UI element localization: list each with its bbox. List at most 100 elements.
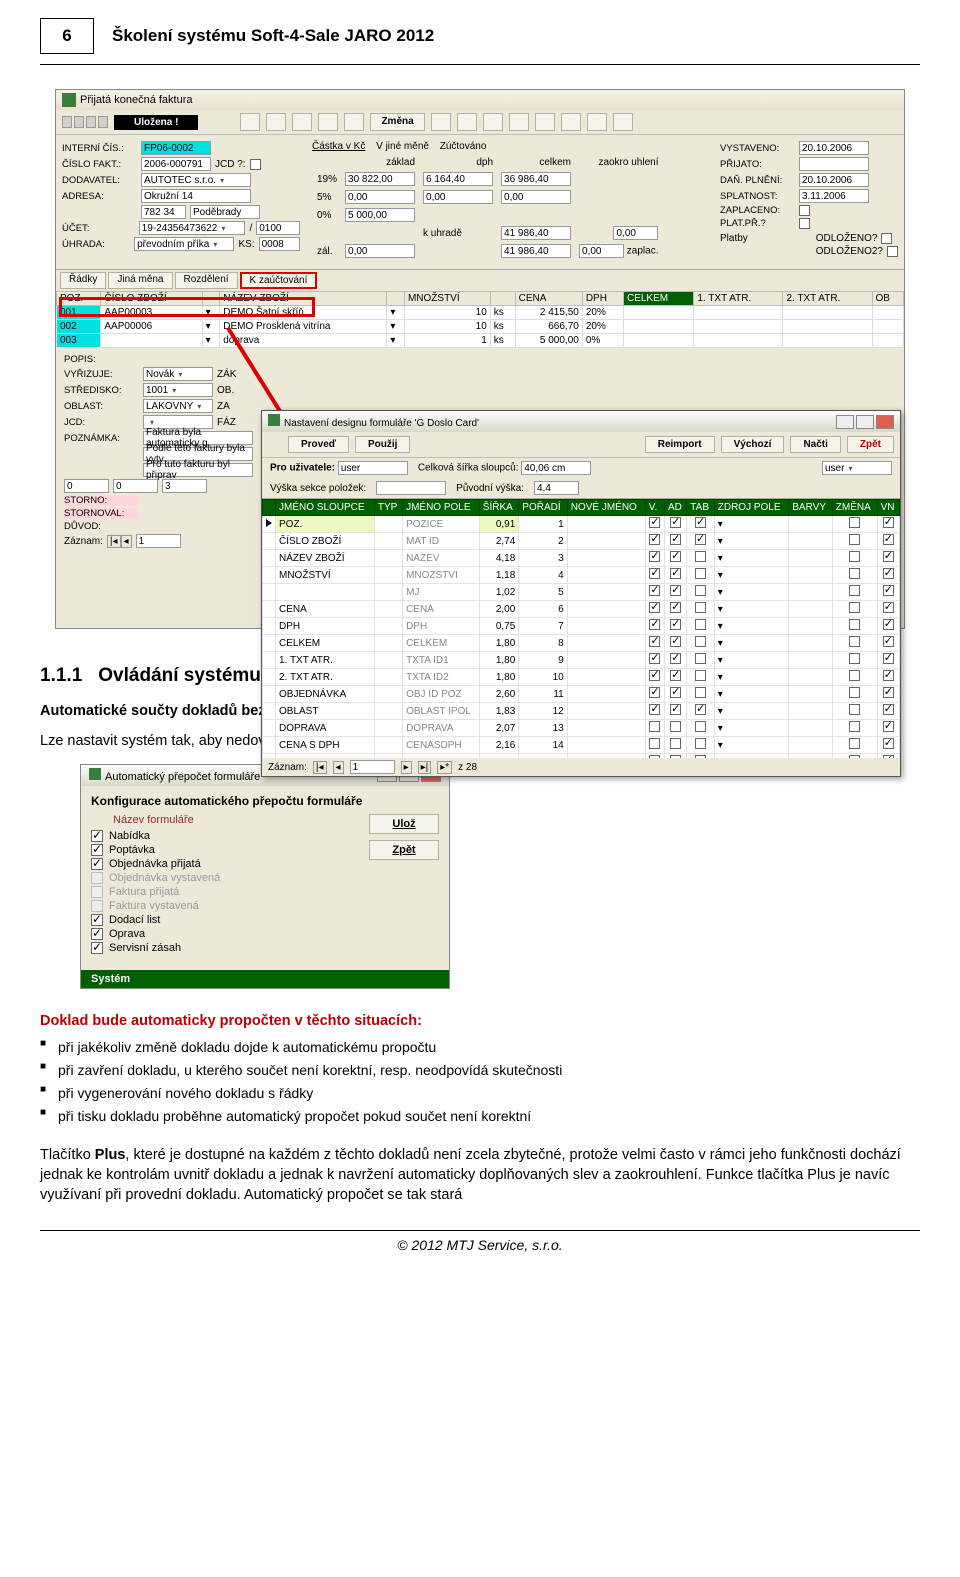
nav-last-icon[interactable]: ▸| [418, 761, 432, 774]
nav-pos-field[interactable]: 1 [350, 760, 395, 774]
designer-row[interactable]: 1. TXT ATR.TXTA ID11,809▾ [263, 652, 900, 669]
checkbox-icon[interactable] [91, 928, 103, 940]
designer-row[interactable]: ČÍSLO ZBOŽÍMAT ID2,742▾ [263, 533, 900, 550]
line-row[interactable]: 003▾doprava▾1ks5 000,000% [57, 334, 904, 348]
nav-first-icon[interactable]: |◂ [313, 761, 327, 774]
pouzij-button[interactable]: Použij [355, 436, 410, 453]
sum-cell[interactable]: 5 000,00 [345, 208, 415, 222]
toolbar-icon[interactable] [613, 113, 633, 131]
sum-cell[interactable]: 0,00 [501, 190, 571, 204]
jcd-checkbox[interactable] [250, 159, 261, 170]
record-nav[interactable] [62, 116, 108, 128]
platby-button[interactable]: Platby [720, 233, 748, 244]
field[interactable]: 3 [162, 479, 207, 493]
field[interactable]: 1 [136, 534, 181, 548]
checkbox-icon[interactable] [91, 942, 103, 954]
psc-field[interactable]: 782 34 [141, 205, 186, 219]
sum-cell[interactable]: 30 822,00 [345, 172, 415, 186]
uhrada-field[interactable]: převodním příka [134, 237, 234, 251]
designer-row[interactable]: OBJEDNÁVKAOBJ ID POZ2,6011▾ [263, 686, 900, 703]
sum-cell[interactable]: 0,00 [345, 190, 415, 204]
designer-row[interactable]: CENACENA2,006▾ [263, 601, 900, 618]
toolbar-icon[interactable] [457, 113, 477, 131]
designer-row[interactable]: OBLASTOBLAST IPOL1,8312▾ [263, 703, 900, 720]
toolbar-icon[interactable] [587, 113, 607, 131]
form-option[interactable]: Dodací list [91, 914, 357, 926]
vychozi-button[interactable]: Výchozí [721, 436, 785, 453]
chk[interactable] [799, 218, 810, 229]
field[interactable]: 3.11.2006 [799, 189, 869, 203]
field[interactable]: Novák [143, 367, 213, 381]
toolbar-icon[interactable] [561, 113, 581, 131]
field[interactable] [799, 157, 869, 171]
checkbox-icon[interactable] [91, 858, 103, 870]
designer-row[interactable]: CENA S DPHCENASDPH2,1614▾ [263, 737, 900, 754]
toolbar-icon[interactable] [344, 113, 364, 131]
form-option[interactable]: Servisní zásah [91, 942, 357, 954]
form-option[interactable]: Nabídka [91, 830, 357, 842]
line-row[interactable]: 001AAP00003▾DEMO Šatní skříň▾10ks2 415,5… [57, 306, 904, 320]
field[interactable]: 0 [113, 479, 158, 493]
designer-row[interactable]: 2. TXT ATR.TXTA ID21,8010▾ [263, 669, 900, 686]
field[interactable]: Pro tuto fakturu byl připrav [143, 463, 253, 477]
toolbar-icon[interactable] [431, 113, 451, 131]
designer-row[interactable]: DOPRAVADOPRAVA2,0713▾ [263, 720, 900, 737]
tab-jina-mena[interactable]: Jiná měna [108, 272, 172, 289]
designer-row[interactable]: DPHDPH0,757▾ [263, 618, 900, 635]
designer-row[interactable]: POZ.POZICE0,911▾ [263, 516, 900, 533]
sum-cell[interactable]: 6 164,40 [423, 172, 493, 186]
sum-cell[interactable]: 0,00 [345, 244, 415, 258]
tab-k-zauctovani[interactable]: K zaúčtování [240, 272, 318, 289]
designer-row[interactable]: CELKEMCELKEM1,808▾ [263, 635, 900, 652]
toolbar-icon[interactable] [483, 113, 503, 131]
form-option[interactable]: Objednávka přijatá [91, 858, 357, 870]
chk[interactable] [881, 233, 892, 244]
sum-cell[interactable]: 36 986,40 [501, 172, 571, 186]
user-field[interactable]: user [338, 461, 408, 475]
toolbar-icon[interactable] [509, 113, 529, 131]
window-buttons[interactable] [836, 415, 894, 429]
adresa-field[interactable]: Okružní 14 [141, 189, 251, 203]
width-field[interactable]: 40,06 cm [521, 461, 591, 475]
toolbar-icon[interactable] [240, 113, 260, 131]
minimize-icon[interactable] [836, 415, 854, 429]
zpet-button[interactable]: Zpět [847, 436, 894, 453]
close-icon[interactable] [876, 415, 894, 429]
checkbox-icon[interactable] [91, 844, 103, 856]
lines-grid[interactable]: POZ.ČÍSLO ZBOŽÍNÁZEV ZBOŽÍ MNOŽSTVÍCENAD… [56, 291, 904, 348]
sum-cell[interactable]: 0,00 [579, 244, 624, 258]
form-option[interactable]: Oprava [91, 928, 357, 940]
checkbox-icon[interactable] [91, 830, 103, 842]
tab-rozdeleni[interactable]: Rozdělení [175, 272, 238, 289]
field[interactable] [376, 481, 446, 495]
nav-new-icon[interactable]: ▸* [437, 761, 452, 774]
sum-cell[interactable]: 41 986,40 [501, 244, 571, 258]
reimport-button[interactable]: Reimport [645, 436, 715, 453]
toolbar-icon[interactable] [318, 113, 338, 131]
field[interactable]: 4,4 [534, 481, 579, 495]
designer-row[interactable]: NÁZEV ZBOŽÍNAZEV4,183▾ [263, 550, 900, 567]
designer-row[interactable]: MJ1,025▾ [263, 584, 900, 601]
mesto-field[interactable]: Poděbrady [190, 205, 260, 219]
interni-cislo-field[interactable]: FP06-0002 [141, 141, 211, 155]
checkbox-icon[interactable] [91, 914, 103, 926]
sum-cell[interactable]: 41 986,40 [501, 226, 571, 240]
chk[interactable] [887, 246, 898, 257]
maximize-icon[interactable] [856, 415, 874, 429]
field[interactable]: 1001 [143, 383, 213, 397]
dodavatel-field[interactable]: AUTOTEC s.r.o. [141, 173, 251, 187]
field[interactable]: 20.10.2006 [799, 141, 869, 155]
form-option[interactable]: Poptávka [91, 844, 357, 856]
proved-button[interactable]: Proveď [288, 436, 349, 453]
toolbar-icon[interactable] [266, 113, 286, 131]
line-row[interactable]: 002AAP00006▾DEMO Prosklená vitrína▾10ks6… [57, 320, 904, 334]
zpet-button[interactable]: Zpět [369, 840, 439, 860]
nacti-button[interactable]: Načti [790, 436, 840, 453]
cislo-fakt-field[interactable]: 2006-000791 [141, 157, 211, 171]
uloz-button[interactable]: Ulož [369, 814, 439, 834]
ks-field[interactable]: 0008 [259, 237, 300, 251]
user-combo[interactable]: user [822, 461, 892, 475]
designer-grid[interactable]: JMÉNO SLOUPCETYPJMÉNO POLE ŠÍŘKAPOŘADÍNO… [262, 499, 900, 758]
sum-cell[interactable]: 0,00 [613, 226, 658, 240]
zmena-button[interactable]: Změna [370, 113, 424, 131]
